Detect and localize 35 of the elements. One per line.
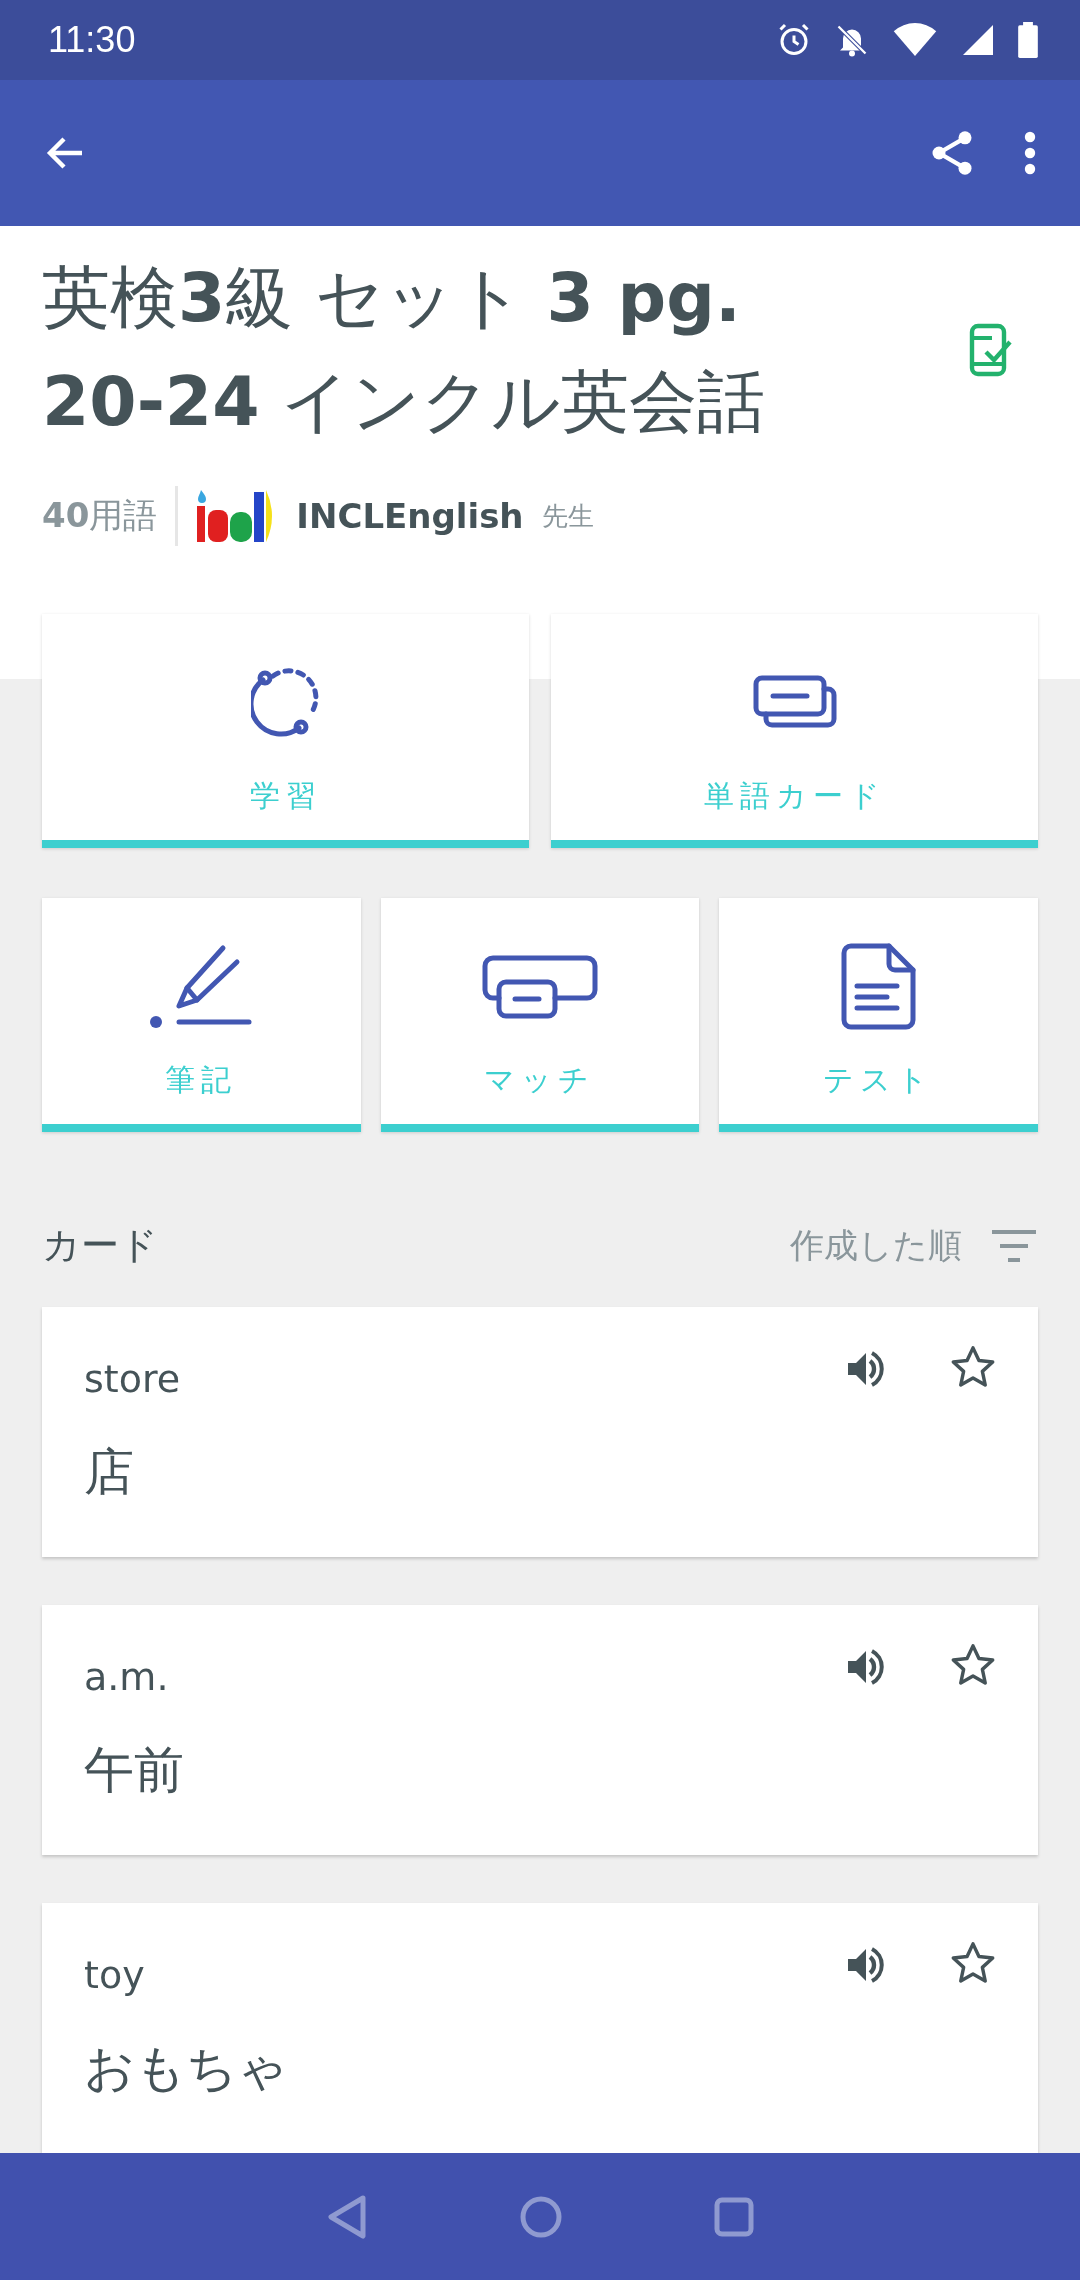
sort-button[interactable]: 作成した順 (790, 1222, 1038, 1269)
dotted-circle-icon (250, 668, 321, 738)
wifi-icon (892, 22, 938, 58)
more-icon (1022, 129, 1038, 177)
section-heading: カード (42, 1222, 158, 1269)
definition-text: おもちゃ (84, 2038, 289, 2099)
definition-text: 店 (84, 1442, 135, 1503)
study-mode-button[interactable]: 学習 (42, 614, 529, 848)
home-nav-icon[interactable] (519, 2194, 563, 2239)
study-mode-button[interactable]: マッチ (380, 898, 700, 1132)
match-cards-icon (481, 954, 599, 1020)
term-text: toy (84, 1953, 145, 1997)
phone-check-icon[interactable] (968, 322, 1012, 378)
document-icon (840, 943, 917, 1031)
term-count: 40用語 (42, 494, 158, 537)
study-mode-button[interactable]: 筆記 (42, 898, 361, 1132)
cards-icon (752, 675, 837, 731)
sort-icon (990, 1227, 1038, 1264)
star-icon[interactable] (950, 1643, 996, 1687)
battery-icon (1018, 22, 1038, 58)
set-title: 英検3級 セット 3 pg. 20-24 インクル英会話 (42, 257, 767, 443)
star-icon[interactable] (950, 1941, 996, 1985)
term-text: store (84, 1357, 181, 1401)
star-icon[interactable] (950, 1345, 996, 1389)
back-nav-icon[interactable] (325, 2193, 369, 2240)
study-mode-button[interactable]: 単語カード (551, 614, 1038, 848)
author-role: 先生 (541, 499, 594, 533)
bell-off-icon (834, 22, 870, 58)
pencil-icon (149, 944, 254, 1030)
author-name[interactable]: INCLEnglish (296, 496, 524, 536)
definition-text: 午前 (84, 1740, 185, 1801)
status-time: 11:30 (48, 19, 136, 61)
study-mode-button[interactable]: テスト (719, 898, 1038, 1132)
term-text: a.m. (84, 1655, 169, 1699)
recents-nav-icon[interactable] (713, 2195, 755, 2238)
